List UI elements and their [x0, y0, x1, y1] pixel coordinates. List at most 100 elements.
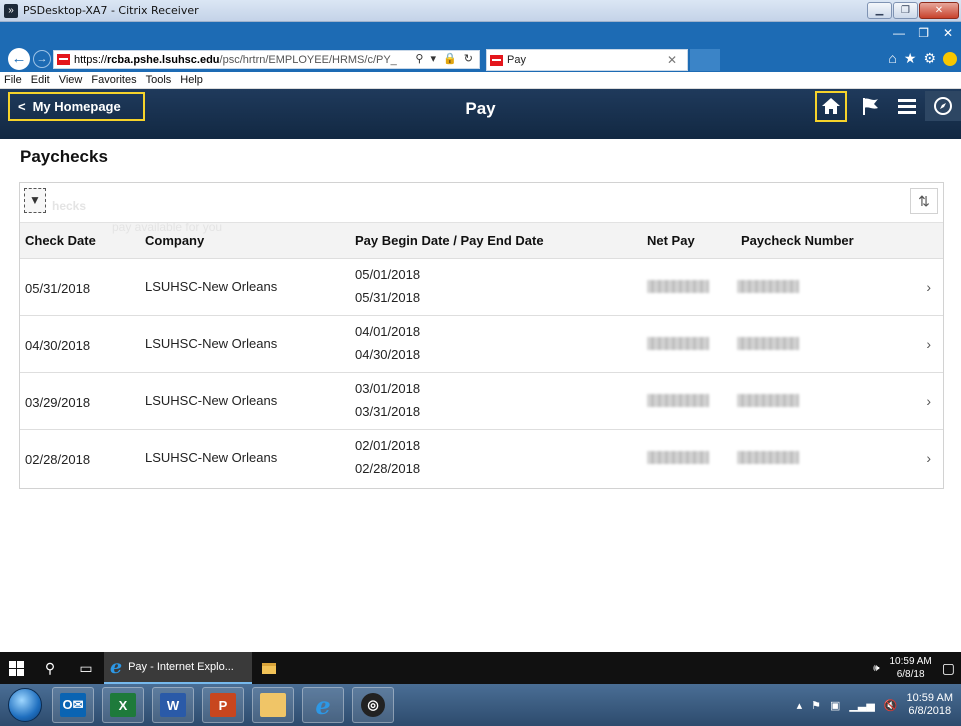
- address-actions-icon[interactable]: ⚲ ▾ 🔒 ↻: [415, 52, 475, 65]
- search-icon[interactable]: ⚲: [32, 652, 68, 684]
- menu-tools[interactable]: Tools: [146, 74, 172, 86]
- taskbar-ie-window[interactable]: e Pay - Internet Explo...: [104, 652, 252, 684]
- flag-icon: [863, 98, 878, 115]
- folder-icon: [260, 693, 286, 717]
- hamburger-menu-icon: [898, 99, 916, 114]
- menu-file[interactable]: File: [4, 74, 22, 86]
- menu-edit[interactable]: Edit: [31, 74, 50, 86]
- home-icon[interactable]: ⌂: [888, 50, 896, 67]
- table-row[interactable]: 03/29/2018 LSUHSC-New Orleans 03/01/2018…: [20, 373, 943, 430]
- restore-button[interactable]: ❐: [893, 2, 918, 19]
- sort-button[interactable]: ⇅: [910, 188, 938, 214]
- close-button[interactable]: ✕: [919, 2, 959, 19]
- system-clock-date: 6/8/2018: [908, 705, 952, 717]
- pay-begin-date: 04/01/2018: [355, 324, 421, 339]
- signal-icon[interactable]: ▁▃▅: [849, 699, 874, 712]
- action-center-icon[interactable]: ▢: [942, 660, 955, 677]
- sort-arrows-icon: ⇅: [918, 193, 930, 209]
- url-path: /psc/hrtrn/EMPLOYEE/HRMS/c/PY_: [219, 53, 397, 66]
- feedback-smiley-icon[interactable]: [943, 52, 957, 66]
- chevron-right-icon: ›: [926, 279, 931, 295]
- menu-favorites[interactable]: Favorites: [91, 74, 136, 86]
- navbar-button[interactable]: [925, 91, 961, 121]
- grid-toolbar: hecks ▼ ⇅: [20, 183, 943, 223]
- pay-end-date: 05/31/2018: [355, 290, 421, 305]
- favorites-star-icon[interactable]: ★: [904, 50, 917, 67]
- menu-bar: File Edit View Favorites Tools Help: [0, 72, 961, 89]
- tab-favicon-icon: [490, 54, 503, 66]
- start-orb-icon[interactable]: [8, 688, 42, 722]
- pay-begin-date: 02/01/2018: [355, 438, 421, 453]
- chevron-right-icon: ›: [926, 393, 931, 409]
- minimize-button[interactable]: ▁: [867, 2, 892, 19]
- pay-end-date: 02/28/2018: [355, 461, 421, 476]
- pay-begin-date: 03/01/2018: [355, 381, 421, 396]
- citrix-receiver-button[interactable]: ◎: [352, 687, 394, 723]
- paycheck-number-redacted: [737, 394, 799, 407]
- tab-close-icon[interactable]: ✕: [667, 53, 677, 67]
- system-clock-time: 10:59 AM: [906, 692, 953, 704]
- ie-restore-button[interactable]: ❐: [918, 26, 929, 40]
- ie-button[interactable]: e: [302, 687, 344, 723]
- table-row[interactable]: 05/31/2018 LSUHSC-New Orleans 05/01/2018…: [20, 259, 943, 316]
- col-pay-dates: Pay Begin Date / Pay End Date: [355, 233, 544, 248]
- company: LSUHSC-New Orleans: [145, 336, 278, 351]
- outlook-button[interactable]: O✉: [52, 687, 94, 723]
- filter-button[interactable]: ▼: [24, 188, 46, 213]
- forward-button[interactable]: →: [33, 50, 51, 68]
- menu-view[interactable]: View: [59, 74, 83, 86]
- address-bar[interactable]: https:// rcba.pshe.lsuhsc.edu /psc/hrtrn…: [53, 50, 480, 69]
- tab-title: Pay: [507, 54, 526, 66]
- muted-volume-icon[interactable]: 🔇: [884, 699, 898, 712]
- actions-menu-button[interactable]: [889, 91, 925, 121]
- back-button[interactable]: ←: [8, 48, 30, 70]
- citrix-receiver-icon: »: [4, 3, 18, 18]
- excel-button[interactable]: X: [102, 687, 144, 723]
- table-row[interactable]: 04/30/2018 LSUHSC-New Orleans 04/01/2018…: [20, 316, 943, 373]
- ie-close-button[interactable]: ✕: [943, 26, 953, 40]
- company: LSUHSC-New Orleans: [145, 279, 278, 294]
- compass-icon: [934, 97, 952, 115]
- menu-help[interactable]: Help: [180, 74, 203, 86]
- net-pay-redacted: [647, 394, 709, 407]
- system-clock[interactable]: 10:59 AM 6/8/2018: [907, 692, 953, 718]
- house-icon: [822, 98, 840, 114]
- file-explorer-icon[interactable]: [262, 662, 276, 674]
- excel-icon: X: [110, 693, 136, 717]
- settings-gear-icon[interactable]: ⚙: [923, 50, 936, 67]
- pay-end-date: 03/31/2018: [355, 404, 421, 419]
- url-prefix: https://: [74, 53, 108, 66]
- citrix-receiver-taskbar-icon: ◎: [361, 693, 385, 717]
- paycheck-number-redacted: [737, 280, 799, 293]
- word-button[interactable]: W: [152, 687, 194, 723]
- network-icon[interactable]: ▣: [830, 699, 840, 712]
- explorer-button[interactable]: [252, 687, 294, 723]
- app-banner: < My Homepage Pay: [0, 89, 961, 139]
- windows-start-icon[interactable]: [0, 652, 32, 684]
- col-company: Company: [145, 233, 205, 248]
- task-view-icon[interactable]: ▭: [68, 652, 104, 684]
- volume-icon[interactable]: 🕪: [873, 663, 879, 674]
- taskbar-ie-label: Pay - Internet Explo...: [128, 661, 234, 673]
- tab-pay[interactable]: Pay ✕: [486, 49, 688, 71]
- filter-funnel-icon: ▼: [29, 193, 41, 207]
- site-favicon-icon: [57, 54, 70, 65]
- table-row[interactable]: 02/28/2018 LSUHSC-New Orleans 02/01/2018…: [20, 430, 943, 487]
- paychecks-grid: hecks ▼ ⇅ pay available for you Check Da…: [19, 182, 944, 489]
- taskbar-clock[interactable]: 10:59 AM 6/8/18: [890, 655, 932, 681]
- tray-expand-icon[interactable]: ▴: [797, 699, 803, 712]
- chevron-right-icon: ›: [926, 450, 931, 466]
- internet-explorer-icon: e: [110, 656, 123, 678]
- company: LSUHSC-New Orleans: [145, 393, 278, 408]
- chevron-right-icon: ›: [926, 336, 931, 352]
- action-flag-icon[interactable]: ⚑: [811, 699, 821, 712]
- home-button[interactable]: [815, 90, 847, 122]
- powerpoint-icon: P: [210, 693, 236, 717]
- notifications-flag-button[interactable]: [853, 91, 889, 121]
- new-tab-button[interactable]: [690, 49, 720, 71]
- powerpoint-button[interactable]: P: [202, 687, 244, 723]
- net-pay-redacted: [647, 337, 709, 350]
- col-net-pay: Net Pay: [647, 233, 695, 248]
- ie-minimize-button[interactable]: —: [893, 26, 905, 40]
- page-title: Paychecks: [20, 147, 108, 166]
